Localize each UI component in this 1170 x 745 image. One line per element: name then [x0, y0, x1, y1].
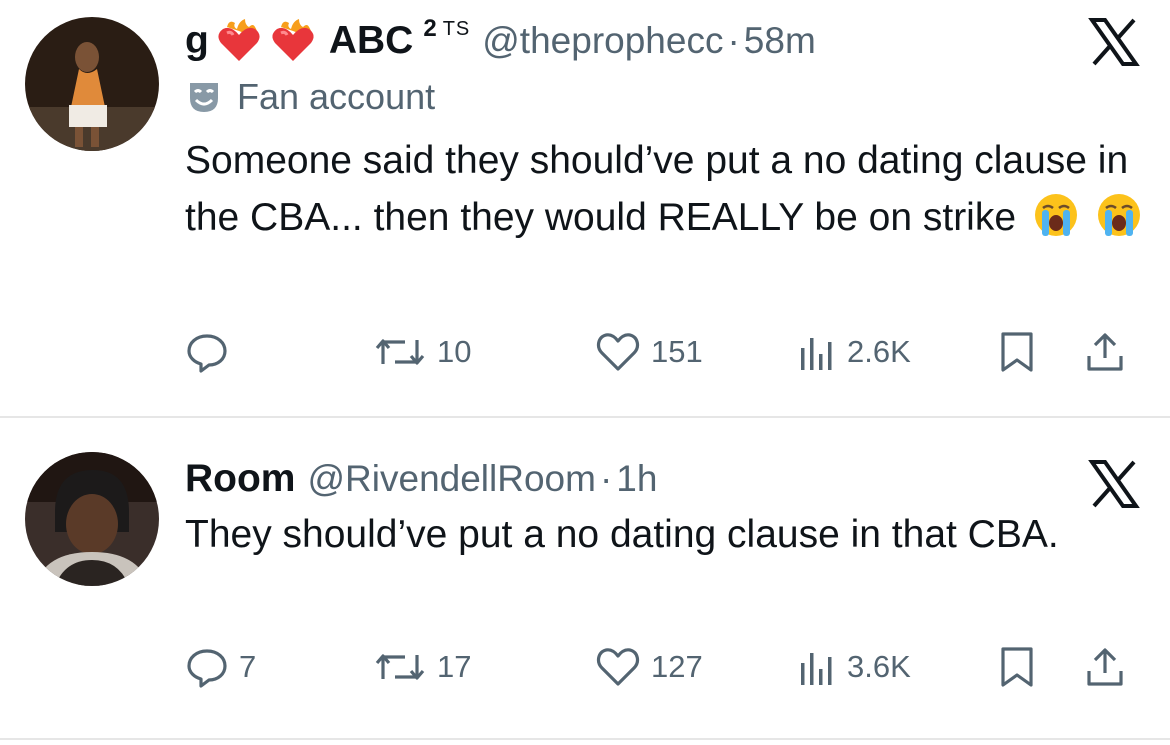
tweet-2[interactable]: Room @RivendellRoom · 1h They should’ve … — [0, 418, 1170, 745]
bookmark-button[interactable] — [997, 324, 1037, 380]
heart-icon — [595, 645, 641, 689]
display-name-suffix[interactable]: ABC — [329, 19, 414, 63]
tweet-text: They should’ve put a no dating clause in… — [185, 513, 1059, 556]
ts-mark: TS — [442, 17, 471, 40]
display-name[interactable]: Room — [185, 457, 296, 501]
retweet-button[interactable]: 17 — [373, 639, 471, 695]
bottom-divider — [0, 738, 1170, 740]
superscript-label: 2 — [423, 15, 437, 42]
x-logo-icon[interactable] — [1088, 458, 1140, 510]
like-count: 127 — [651, 649, 703, 684]
bookmark-icon — [997, 645, 1037, 689]
share-icon — [1083, 330, 1127, 374]
tweet-header: Room @RivendellRoom · 1h — [185, 452, 657, 506]
retweet-icon — [373, 330, 427, 374]
bookmark-button[interactable] — [997, 639, 1037, 695]
views-button[interactable]: 3.6K — [797, 639, 911, 695]
view-count: 2.6K — [847, 334, 911, 369]
heart-icon — [595, 330, 641, 374]
action-bar: 10 151 2.6K — [185, 324, 1135, 380]
timestamp[interactable]: 58m — [744, 20, 816, 62]
loudly-crying-face-icon — [1033, 192, 1079, 238]
views-chart-icon — [797, 645, 837, 689]
tweet-text-content: Someone said they should’ve put a no dat… — [185, 139, 1129, 239]
reply-button[interactable] — [185, 324, 239, 380]
user-handle[interactable]: @RivendellRoom — [308, 458, 596, 500]
heart-on-fire-icon — [215, 17, 263, 65]
display-name[interactable]: g — [185, 19, 209, 63]
share-button[interactable] — [1083, 639, 1127, 695]
account-label: Fan account — [185, 76, 435, 118]
reply-icon — [185, 645, 229, 689]
like-button[interactable]: 151 — [595, 324, 703, 380]
separator-dot: · — [599, 458, 613, 499]
reply-icon — [185, 330, 229, 374]
bookmark-icon — [997, 330, 1037, 374]
share-button[interactable] — [1083, 324, 1127, 380]
tweet-header: g ABC 2 TS @theprophecc · 58m — [185, 14, 816, 68]
fan-account-label: Fan account — [237, 76, 436, 117]
separator-dot: · — [727, 20, 740, 61]
x-logo-icon[interactable] — [1088, 16, 1140, 68]
retweet-button[interactable]: 10 — [373, 324, 471, 380]
theater-mask-icon — [185, 78, 223, 116]
share-icon — [1083, 645, 1127, 689]
retweet-icon — [373, 645, 427, 689]
like-button[interactable]: 127 — [595, 639, 703, 695]
views-button[interactable]: 2.6K — [797, 324, 911, 380]
reply-count: 7 — [239, 649, 257, 684]
heart-on-fire-icon — [269, 17, 317, 65]
tweet-1[interactable]: g ABC 2 TS @theprophecc · 58m Fan accoun… — [0, 0, 1170, 416]
tweet-text: Someone said they should’ve put a no dat… — [185, 132, 1145, 246]
loudly-crying-face-icon — [1096, 192, 1142, 238]
views-chart-icon — [797, 330, 837, 374]
action-bar: 7 17 127 3.6K — [185, 639, 1135, 695]
retweet-count: 10 — [437, 334, 472, 369]
view-count: 3.6K — [847, 649, 911, 684]
like-count: 151 — [651, 334, 703, 369]
retweet-count: 17 — [437, 649, 472, 684]
avatar[interactable] — [25, 452, 159, 586]
avatar[interactable] — [25, 17, 159, 151]
user-handle[interactable]: @theprophecc — [482, 20, 723, 62]
timestamp[interactable]: 1h — [616, 458, 657, 500]
reply-button[interactable]: 7 — [185, 639, 256, 695]
